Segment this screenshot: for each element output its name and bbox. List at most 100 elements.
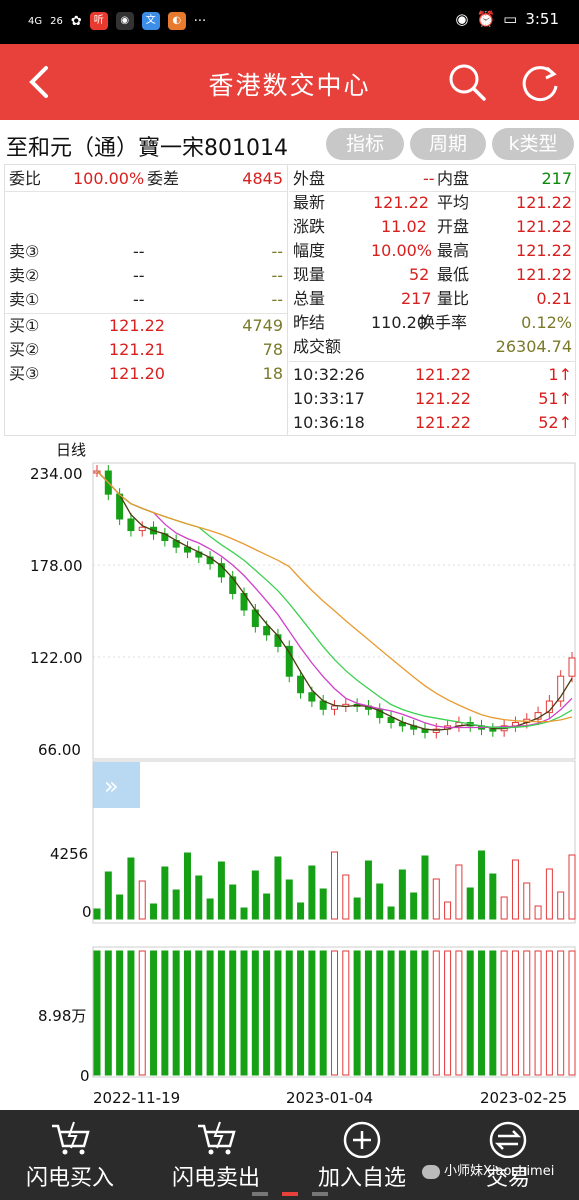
- stat-label: 涨跌: [293, 217, 326, 236]
- kline-chart[interactable]: 日线 234.00 178.00 122.00 66.00 » 4256 0 8…: [0, 437, 579, 1110]
- stat-label: 开盘: [437, 217, 470, 236]
- quote-panel: 委比 100.00% 委差 4845 卖③ -- -- 卖② -- -- 卖① …: [4, 164, 576, 436]
- qq-icon: ◉: [115, 12, 134, 30]
- stat-value: 11.02: [381, 217, 427, 236]
- indicator-bar: [308, 950, 316, 1076]
- indicator-bar: [116, 950, 124, 1076]
- flash-buy-button[interactable]: 闪电买入: [0, 1110, 140, 1200]
- indicator-bar: [263, 950, 271, 1076]
- volume-bar: [353, 897, 361, 920]
- stat-label: 最低: [437, 265, 470, 284]
- stat-label: 成交额: [293, 337, 342, 356]
- indicator-bar: [217, 950, 225, 1076]
- volume-bar: [455, 864, 463, 920]
- tick-price: 121.22: [415, 389, 471, 408]
- volume-bar: [545, 868, 553, 920]
- app-header: 香港数交中心: [0, 44, 579, 120]
- nav-label: 闪电卖出: [171, 1166, 260, 1191]
- volume-bar: [285, 879, 293, 920]
- more-icon: ···: [193, 13, 207, 29]
- stat-value: 0.21: [536, 289, 572, 308]
- volume-bar: [557, 891, 565, 920]
- indicator-bar: [138, 950, 146, 1076]
- stat-row: 最新 121.22 平均 121.22: [289, 191, 576, 215]
- indicator-bar: [432, 950, 440, 1076]
- indicator-bar: [410, 950, 418, 1076]
- trade-button[interactable]: 交易: [438, 1110, 578, 1200]
- volume-bar: [568, 854, 576, 920]
- volume-bar: [511, 859, 519, 920]
- battery-icon: ▭: [503, 10, 518, 28]
- stat-row: 涨跌 11.02 开盘 121.22: [289, 215, 576, 239]
- volume-bar: [500, 896, 508, 920]
- double-chevron-icon: »: [104, 772, 119, 800]
- tick-time: 10:33:17: [293, 389, 365, 408]
- sell-label: 卖①: [9, 290, 40, 309]
- moving-average-line: [96, 470, 573, 723]
- stat-label: 最新: [293, 193, 326, 212]
- volume-bar: [421, 855, 429, 920]
- volume-bar: [466, 887, 474, 920]
- buy-label: 买②: [9, 340, 40, 359]
- indicator-button[interactable]: 指标: [326, 128, 404, 160]
- indicator-tick: 8.98万: [38, 1007, 86, 1025]
- date-label: 2023-01-04: [286, 1089, 373, 1107]
- candle-body: [489, 728, 497, 732]
- indicator-bar: [297, 950, 305, 1076]
- indicator-bar: [331, 950, 338, 1076]
- expand-button[interactable]: »: [93, 762, 140, 808]
- nav-label: 闪电买入: [25, 1166, 114, 1191]
- wechat-icon: [422, 1164, 440, 1179]
- stock-name: 至和元（通）寶一宋801014: [6, 136, 288, 161]
- search-icon: [449, 64, 486, 101]
- period-label: 日线: [56, 441, 86, 459]
- k-type-button[interactable]: k类型: [492, 128, 574, 160]
- indicator-bar: [274, 950, 282, 1076]
- indicator-bar: [195, 950, 203, 1076]
- add-watchlist-button[interactable]: 加入自选: [292, 1110, 432, 1200]
- buy-qty: 78: [262, 340, 283, 359]
- volume-bar: [127, 857, 135, 920]
- indicator-bar: [251, 950, 259, 1076]
- stat-label: 量比: [437, 289, 470, 308]
- indicator-bar: [523, 950, 531, 1076]
- volume-bar: [195, 875, 203, 920]
- stat-row: 成交额 26304.74: [289, 335, 576, 359]
- price-tick: 122.00: [30, 649, 83, 667]
- volume-bar: [172, 889, 180, 920]
- sell-label: 卖③: [9, 242, 40, 261]
- plus-circle-icon: [343, 1121, 381, 1158]
- tick-row: 10:36:18 121.22 52↑: [289, 411, 576, 435]
- indicator-bar: [229, 950, 237, 1076]
- sell-row: 卖③ -- --: [5, 240, 287, 264]
- volume-bar: [183, 852, 191, 920]
- indicator-bar: [398, 950, 406, 1076]
- candle-body: [285, 645, 293, 677]
- date-label: 2022-11-19: [93, 1089, 180, 1107]
- indicator-bar: [206, 950, 214, 1076]
- kline-svg[interactable]: 日线 234.00 178.00 122.00 66.00 » 4256 0 8…: [0, 437, 579, 1110]
- indicator-bar: [342, 950, 350, 1076]
- volume-bar: [206, 898, 214, 920]
- refresh-button[interactable]: [519, 62, 561, 104]
- stat-value: 10.00%: [371, 241, 433, 260]
- volume-bar: [274, 856, 282, 920]
- candle-body: [568, 657, 576, 677]
- indicator-bar: [421, 950, 429, 1076]
- flash-sell-button[interactable]: 闪电卖出: [146, 1110, 286, 1200]
- volume-bar: [308, 865, 316, 920]
- weicha-label: 委差: [147, 169, 180, 188]
- tick-time: 10:32:26: [293, 365, 365, 384]
- buy-qty: 4749: [242, 316, 283, 335]
- sell-price: --: [133, 266, 145, 285]
- volume-bar: [116, 894, 124, 920]
- indicator-bar: [364, 950, 372, 1076]
- stat-row: 幅度 10.00% 最高 121.22: [289, 239, 576, 263]
- search-button[interactable]: [447, 62, 487, 102]
- buy-row: 买① 121.22 4749: [5, 314, 287, 338]
- period-button[interactable]: 周期: [410, 128, 486, 160]
- indicator-bar: [319, 950, 327, 1076]
- eye-icon: ◉: [455, 10, 469, 28]
- volume-bar: [398, 869, 406, 920]
- indicator-bar: [93, 950, 101, 1076]
